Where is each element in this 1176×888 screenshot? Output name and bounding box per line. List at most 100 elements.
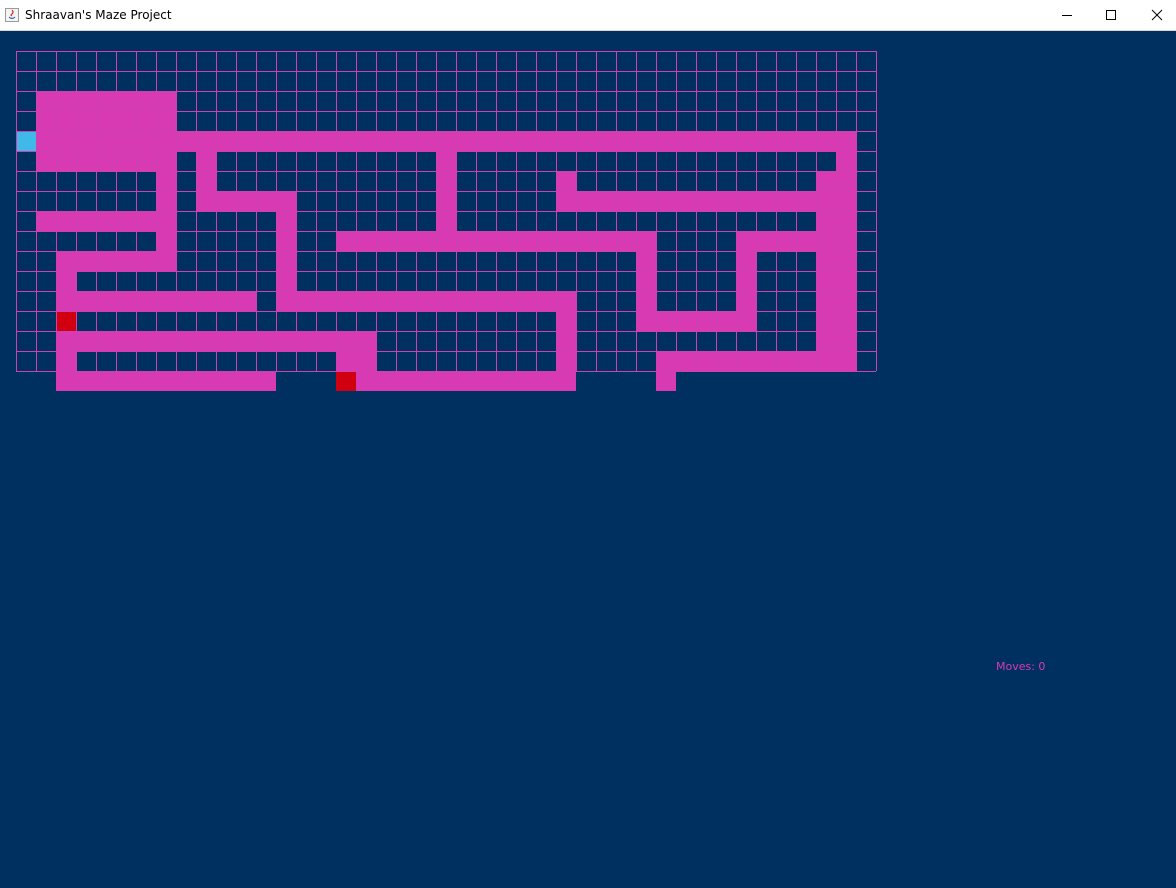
maze-path-cell bbox=[136, 251, 156, 271]
maze-board bbox=[16, 51, 877, 391]
maze-path-cell bbox=[76, 291, 96, 311]
maze-path-cell bbox=[176, 371, 196, 391]
maze-path-cell bbox=[316, 331, 336, 351]
maze-path-cell bbox=[336, 331, 356, 351]
maze-path-cell bbox=[536, 291, 556, 311]
maze-path-cell bbox=[696, 191, 716, 211]
maze-path-cell bbox=[276, 271, 296, 291]
maze-path-cell bbox=[36, 91, 56, 111]
maze-path-cell bbox=[736, 291, 756, 311]
maze-path-cell bbox=[96, 291, 116, 311]
maximize-button[interactable] bbox=[1088, 0, 1134, 30]
maze-path-cell bbox=[476, 131, 496, 151]
maze-path-cell bbox=[376, 231, 396, 251]
maze-path-cell bbox=[796, 231, 816, 251]
maze-path-cell bbox=[196, 131, 216, 151]
maze-path-cell bbox=[236, 331, 256, 351]
maze-path-cell bbox=[816, 291, 836, 311]
game-panel[interactable]: Moves: 0 bbox=[0, 31, 1176, 888]
maze-path-cell bbox=[116, 111, 136, 131]
maze-path-cell bbox=[416, 231, 436, 251]
maze-path-cell bbox=[816, 271, 836, 291]
maze-path-cell bbox=[536, 131, 556, 151]
maze-path-cell bbox=[836, 251, 856, 271]
maze-path-cell bbox=[156, 371, 176, 391]
maze-path-cell bbox=[56, 91, 76, 111]
maze-path-cell bbox=[316, 131, 336, 151]
maze-path-cell bbox=[436, 211, 456, 231]
maze-path-cell bbox=[816, 131, 836, 151]
maze-path-cell bbox=[156, 131, 176, 151]
maze-path-cell bbox=[776, 351, 796, 371]
maze-path-cell bbox=[636, 191, 656, 211]
maze-path-cell bbox=[556, 371, 576, 391]
maze-path-cell bbox=[736, 251, 756, 271]
close-button[interactable] bbox=[1134, 0, 1176, 30]
maze-path-cell bbox=[116, 251, 136, 271]
maze-path-cell bbox=[356, 231, 376, 251]
maze-path-cell bbox=[736, 131, 756, 151]
maze-path-cell bbox=[836, 191, 856, 211]
maze-path-cell bbox=[56, 251, 76, 271]
maze-path-cell bbox=[56, 271, 76, 291]
maze-path-cell bbox=[76, 111, 96, 131]
maximize-icon bbox=[1106, 10, 1116, 20]
maze-path-cell bbox=[436, 231, 456, 251]
minimize-icon bbox=[1062, 15, 1072, 16]
maze-path-cell bbox=[696, 351, 716, 371]
maze-path-cell bbox=[36, 211, 56, 231]
maze-path-cell bbox=[656, 371, 676, 391]
maze-path-cell bbox=[96, 151, 116, 171]
maze-path-cell bbox=[556, 131, 576, 151]
maze-path-cell bbox=[36, 131, 56, 151]
maze-path-cell bbox=[836, 311, 856, 331]
maze-path-cell bbox=[436, 131, 456, 151]
maze-path-cell bbox=[236, 291, 256, 311]
maze-path-cell bbox=[136, 371, 156, 391]
maze-path-cell bbox=[76, 91, 96, 111]
maze-path-cell bbox=[56, 351, 76, 371]
maze-path-cell bbox=[356, 291, 376, 311]
maze-path-cell bbox=[716, 311, 736, 331]
maze-path-cell bbox=[336, 231, 356, 251]
maze-path-cell bbox=[556, 171, 576, 191]
maze-path-cell bbox=[216, 131, 236, 151]
maze-path-cell bbox=[676, 131, 696, 151]
maze-path-cell bbox=[616, 191, 636, 211]
maze-path-cell bbox=[76, 251, 96, 271]
maze-path-cell bbox=[96, 251, 116, 271]
maze-path-cell bbox=[256, 331, 276, 351]
maze-path-cell bbox=[276, 131, 296, 151]
maze-path-cell bbox=[336, 351, 356, 371]
maze-path-cell bbox=[576, 231, 596, 251]
maze-path-cell bbox=[736, 191, 756, 211]
maze-path-cell bbox=[776, 231, 796, 251]
maze-path-cell bbox=[136, 291, 156, 311]
minimize-button[interactable] bbox=[1044, 0, 1090, 30]
maze-path-cell bbox=[636, 251, 656, 271]
maze-path-cell bbox=[96, 331, 116, 351]
maze-path-cell bbox=[316, 291, 336, 311]
maze-path-cell bbox=[56, 371, 76, 391]
maze-path-cell bbox=[756, 351, 776, 371]
maze-path-cell bbox=[136, 91, 156, 111]
maze-path-cell bbox=[816, 251, 836, 271]
maze-path-cell bbox=[76, 151, 96, 171]
maze-path-cell bbox=[296, 291, 316, 311]
maze-path-cell bbox=[156, 91, 176, 111]
maze-path-cell bbox=[816, 191, 836, 211]
maze-path-cell bbox=[136, 211, 156, 231]
maze-path-cell bbox=[276, 191, 296, 211]
maze-path-cell bbox=[456, 231, 476, 251]
maze-path-cell bbox=[56, 151, 76, 171]
maze-path-cell bbox=[596, 131, 616, 151]
maze-path-cell bbox=[576, 191, 596, 211]
maze-path-cell bbox=[36, 111, 56, 131]
maze-path-cell bbox=[176, 131, 196, 151]
maze-path-cell bbox=[556, 331, 576, 351]
maze-path-cell bbox=[416, 371, 436, 391]
maze-path-cell bbox=[696, 311, 716, 331]
maze-path-cell bbox=[496, 131, 516, 151]
maze-path-cell bbox=[116, 131, 136, 151]
maze-path-cell bbox=[276, 331, 296, 351]
